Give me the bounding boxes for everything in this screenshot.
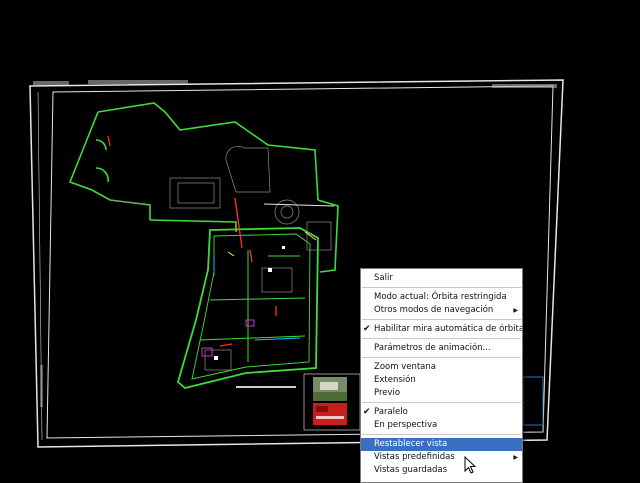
menu-item-label: Vistas predefinidas: [374, 452, 455, 462]
site-outline: [68, 102, 339, 273]
menu-item-label: Previo: [374, 388, 401, 398]
menu-item-parametros-de-animacion[interactable]: Parámetros de animación...: [361, 342, 522, 355]
menu-item-label: Vistas guardadas: [374, 465, 448, 475]
cad-drawing-canvas: [29, 79, 564, 448]
menu-item-modo-actual-orbita-restringida[interactable]: Modo actual: Órbita restringida: [361, 291, 522, 304]
menu-item-paralelo[interactable]: ✔ Paralelo: [361, 406, 522, 419]
menu-item-vistas-guardadas[interactable]: Vistas guardadas: [361, 464, 522, 477]
menu-item-restablecer-vista[interactable]: Restablecer vista: [361, 438, 522, 451]
submenu-arrow-icon: ▶: [513, 454, 518, 461]
menu-item-label: Parámetros de animación...: [374, 343, 491, 353]
menu-item-label: Salir: [374, 273, 393, 283]
menu-item-label: Restablecer vista: [374, 439, 448, 449]
menu-item-label: Paralelo: [374, 407, 408, 417]
menu-separator: [362, 434, 521, 435]
menu-separator: [362, 402, 521, 403]
menu-item-extension[interactable]: Extensión: [361, 374, 522, 387]
menu-separator: [362, 357, 521, 358]
menu-item-label: En perspectiva: [374, 420, 438, 430]
menu-item-salir[interactable]: Salir: [361, 272, 522, 285]
menu-item-label: Zoom ventana: [374, 362, 436, 372]
context-menu: Salir Modo actual: Órbita restringida Otro…: [360, 268, 523, 483]
menu-item-label: Extensión: [374, 375, 416, 385]
menu-item-en-perspectiva[interactable]: En perspectiva: [361, 419, 522, 432]
menu-item-label: Modo actual: Órbita restringida: [374, 292, 507, 302]
menu-item-previo[interactable]: Previo: [361, 387, 522, 400]
menu-item-label: Otros modos de navegación: [374, 305, 494, 315]
menu-item-habilitar-mira-automatica-de-orbita[interactable]: ✔ Habilitar mira automática de órbita: [361, 323, 522, 336]
menu-item-zoom-ventana[interactable]: Zoom ventana: [361, 361, 522, 374]
cad-viewport[interactable]: Salir Modo actual: Órbita restringida Otro…: [0, 0, 640, 483]
menu-item-vistas-predefinidas[interactable]: Vistas predefinidas ▶: [361, 451, 522, 464]
check-mark-icon: ✔: [363, 324, 371, 334]
menu-separator: [362, 319, 521, 320]
check-mark-icon: ✔: [363, 407, 371, 417]
submenu-arrow-icon: ▶: [513, 307, 518, 314]
sheet-header-left: [33, 81, 69, 85]
menu-separator: [362, 287, 521, 288]
menu-item-otros-modos-de-navegacion[interactable]: Otros modos de navegación ▶: [361, 304, 522, 317]
sheet-header-right: [492, 84, 557, 88]
sheet-header-title: [88, 80, 188, 84]
arrow-pointer-icon: [464, 456, 476, 474]
sheet-side-text: [40, 365, 43, 407]
menu-item-label: Habilitar mira automática de órbita: [374, 324, 523, 334]
menu-separator: [362, 338, 521, 339]
house-outline: [176, 227, 319, 389]
